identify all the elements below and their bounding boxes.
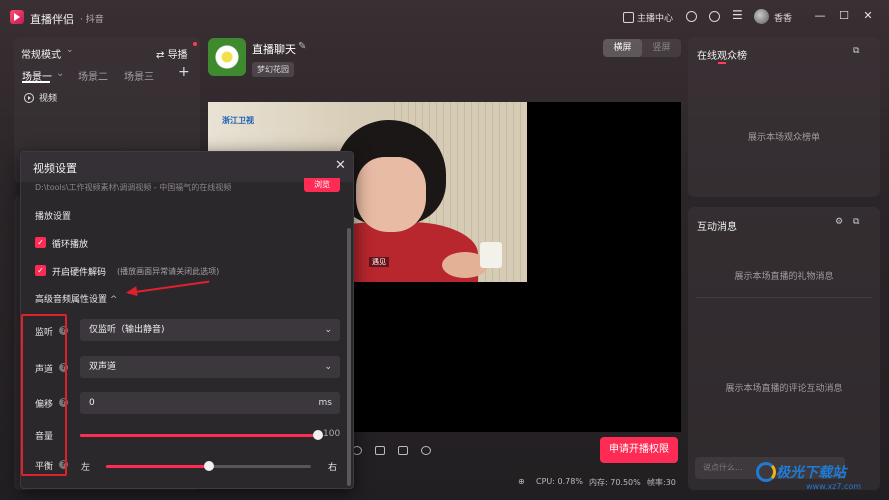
scene-tab-3[interactable]: 场景三 xyxy=(124,68,154,83)
scene-tab-2[interactable]: 场景二 xyxy=(78,68,108,83)
guide-button[interactable]: ⇄ 导播 xyxy=(156,46,188,61)
menu-icon: ☰ xyxy=(732,8,743,22)
host-center-button[interactable]: 主播中心 xyxy=(623,11,673,24)
menu-button[interactable]: ☰ xyxy=(732,8,743,22)
maximize-button[interactable]: ☐ xyxy=(838,10,850,22)
notification-dot xyxy=(193,42,197,46)
loop-checkbox[interactable]: ✓ xyxy=(35,237,46,248)
loop-label: 循环播放 xyxy=(52,240,89,250)
divider xyxy=(696,297,872,298)
advanced-audio-toggle[interactable]: 高级音频属性设置 ^ xyxy=(35,292,117,305)
help-button[interactable] xyxy=(709,11,720,22)
portrait-option[interactable]: 竖屏 xyxy=(642,39,681,57)
browse-button[interactable]: 浏览 xyxy=(304,178,340,192)
monitor-select[interactable]: 仅监听（输出静音) ⌄ xyxy=(80,319,340,341)
volume-fill xyxy=(80,434,318,437)
audience-title: 在线观众榜 xyxy=(697,51,747,62)
watermark-logo xyxy=(756,462,776,482)
app-logo-icon xyxy=(10,10,24,24)
file-path-field[interactable]: D:\tools\工作视频素材\调调视频 - 中国福气的在线视频 xyxy=(35,182,299,192)
camera-icon[interactable] xyxy=(398,446,408,455)
settings-gear-icon[interactable] xyxy=(421,446,431,455)
username[interactable]: 香香 xyxy=(774,11,792,24)
balance-knob[interactable] xyxy=(203,461,214,471)
orientation-toggle: 横屏 竖屏 xyxy=(603,39,681,57)
fps-status: 帧率:30 xyxy=(647,478,676,487)
chevron-down-icon: ⌄ xyxy=(324,362,332,372)
source-label: 视频 xyxy=(39,94,58,104)
platform-label: · 抖音 xyxy=(80,15,104,25)
interaction-panel xyxy=(688,207,880,490)
mode-select[interactable]: 常规模式 xyxy=(21,46,61,61)
screen-icon[interactable] xyxy=(375,446,385,455)
chevron-up-icon: ^ xyxy=(109,295,118,305)
audience-empty: 展示本场观众榜单 xyxy=(747,133,820,143)
playback-section-title: 播放设置 xyxy=(35,212,72,222)
balance-left-label: 左 xyxy=(81,463,91,473)
room-avatar[interactable] xyxy=(208,38,246,76)
active-scene-indicator xyxy=(22,81,50,83)
offset-value: 0 xyxy=(89,398,95,408)
cpu-status: CPU: 0.78% xyxy=(536,477,583,486)
chevron-down-icon: ⌄ xyxy=(324,325,332,335)
video-settings-dialog: 视频设置 ✕ D:\tools\工作视频素材\调调视频 - 中国福气的在线视频 … xyxy=(20,151,354,489)
help-icon xyxy=(709,11,720,22)
close-window-button[interactable]: ✕ xyxy=(862,10,874,22)
advanced-audio-label: 高级音频属性设置 xyxy=(35,295,108,305)
volume-value: 100 xyxy=(323,429,341,439)
channel-value: 双声道 xyxy=(89,362,117,372)
watermark-brand: 极光下载站 xyxy=(776,465,846,481)
balance-right-label: 右 xyxy=(328,463,338,473)
hw-decode-label: 开启硬件解码 xyxy=(52,268,107,278)
channel-logo: 浙江卫视 xyxy=(222,116,254,125)
apply-live-permission-button[interactable]: 申请开播权限 xyxy=(600,437,678,463)
memory-status: 内存: 70.50% xyxy=(589,478,641,487)
zoom-icon[interactable]: ⊕ xyxy=(518,477,525,486)
popout-icon[interactable]: ⧉ xyxy=(853,46,859,56)
offset-input[interactable]: 0 ms xyxy=(80,392,340,414)
edit-icon[interactable]: ✎ xyxy=(298,41,306,52)
user-avatar[interactable] xyxy=(754,9,769,24)
title-bar: 直播伴侣 · 抖音 主播中心 ☰ 香香 — ☐ ✕ xyxy=(0,0,889,34)
chevron-down-icon: ⌄ xyxy=(66,45,74,55)
minimize-button[interactable]: — xyxy=(814,10,826,22)
channel-select[interactable]: 双声道 ⌄ xyxy=(80,356,340,378)
offset-unit: ms xyxy=(318,398,332,408)
balance-fill xyxy=(106,465,209,468)
volume-knob[interactable] xyxy=(313,430,323,440)
monitor-value: 仅监听（输出静音) xyxy=(89,325,165,335)
video-caption: 遇见 xyxy=(369,257,389,267)
tab-indicator xyxy=(718,62,726,64)
dialog-title: 视频设置 xyxy=(33,162,77,175)
landscape-option[interactable]: 横屏 xyxy=(603,39,642,57)
gift-empty: 展示本场直播的礼物消息 xyxy=(734,272,834,282)
hw-decode-checkbox[interactable]: ✓ xyxy=(35,265,46,276)
annotation-box xyxy=(21,314,67,476)
close-icon[interactable]: ✕ xyxy=(335,158,346,173)
headset-icon xyxy=(686,11,697,22)
app-name: 直播伴侣 xyxy=(30,13,74,26)
interaction-title: 互动消息 xyxy=(697,222,737,233)
play-icon xyxy=(24,92,34,103)
host-center-label: 主播中心 xyxy=(637,14,674,24)
guide-label: 导播 xyxy=(167,50,188,61)
swap-icon: ⇄ xyxy=(156,50,168,61)
hw-decode-hint: (播放画面异常请关闭此选项) xyxy=(117,267,220,276)
chart-icon xyxy=(623,12,634,23)
chevron-down-icon: ⌄ xyxy=(56,68,65,79)
room-title: 直播聊天 xyxy=(252,43,296,56)
room-tag: 梦幻花园 xyxy=(252,62,294,77)
gear-icon[interactable]: ⚙ xyxy=(835,217,843,227)
dialog-scrollbar[interactable] xyxy=(347,228,351,486)
annotation-arrow-head xyxy=(125,286,138,298)
headset-button[interactable] xyxy=(686,11,697,22)
watermark-url: www.xz7.com xyxy=(806,482,862,491)
popout-icon[interactable]: ⧉ xyxy=(853,217,859,227)
add-scene-button[interactable]: + xyxy=(178,64,190,80)
comment-empty: 展示本场直播的评论互动消息 xyxy=(725,384,843,394)
source-item-video[interactable]: 视频 xyxy=(24,91,57,104)
